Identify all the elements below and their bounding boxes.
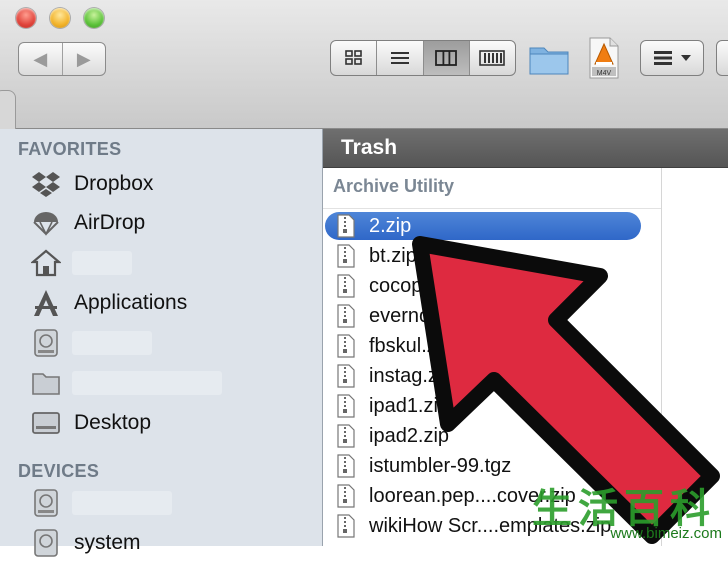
- watermark: 生活百科 www.bimeiz.com: [526, 474, 728, 546]
- file-row[interactable]: 2.zip: [325, 212, 641, 240]
- tab-edge: [0, 90, 16, 131]
- share-button[interactable]: [716, 40, 728, 76]
- sidebar-item-folder[interactable]: [30, 365, 310, 401]
- file-row[interactable]: evernote.zip: [325, 302, 641, 330]
- column-view-icon: [435, 50, 458, 66]
- file-name: 2.zip: [369, 214, 412, 237]
- minimize-window-button[interactable]: [50, 8, 70, 28]
- zip-file-icon: [337, 244, 355, 268]
- disk-icon: [30, 527, 62, 559]
- file-name: bt.zip: [369, 244, 417, 267]
- zip-file-icon: [337, 334, 355, 358]
- zip-file-icon: [337, 394, 355, 418]
- sidebar-item-label: AirDrop: [74, 211, 146, 234]
- file-row[interactable]: bt.zip: [325, 242, 641, 270]
- column-view-button[interactable]: [422, 41, 469, 75]
- column-divider: [323, 208, 661, 209]
- file-name: cocoppa.zip: [369, 274, 476, 297]
- arrange-button[interactable]: [640, 40, 704, 76]
- coverflow-view-button[interactable]: [468, 41, 515, 75]
- sidebar-item-label-redacted: [72, 331, 152, 355]
- forward-icon: ▶: [76, 48, 91, 69]
- file-name: instag.zip: [369, 364, 454, 387]
- disk-icon: [30, 487, 62, 519]
- zip-file-icon: [337, 214, 355, 238]
- desktop-icon: [30, 407, 62, 439]
- window-title: Trash: [341, 136, 398, 159]
- sidebar-item-airdrop[interactable]: AirDrop: [30, 205, 310, 241]
- zip-file-icon: [337, 424, 355, 448]
- file-name: istumbler-99.tgz: [369, 454, 512, 477]
- file-row[interactable]: ipad1.zip: [325, 392, 641, 420]
- sidebar-item-label-redacted: [72, 491, 172, 515]
- column-header: Archive Utility: [333, 176, 455, 196]
- sidebar-device-disk[interactable]: [30, 485, 310, 521]
- zip-file-icon: [337, 454, 355, 478]
- file-name: fbskul.zip: [369, 334, 453, 357]
- home-icon: [30, 247, 62, 279]
- m4v-file-icon[interactable]: M4V: [586, 36, 622, 80]
- back-forward-group: ◀ ▶: [18, 42, 106, 76]
- applications-icon: [30, 287, 62, 319]
- coverflow-view-icon: [479, 50, 506, 66]
- back-icon: ◀: [33, 48, 48, 69]
- file-row[interactable]: cocoppa.zip: [325, 272, 641, 300]
- zip-file-icon: [337, 304, 355, 328]
- file-row[interactable]: instag.zip: [325, 362, 641, 390]
- dropbox-icon: [30, 168, 62, 200]
- sidebar: FAVORITES Dropbox AirDrop Applications D…: [0, 129, 323, 557]
- close-window-button[interactable]: [16, 8, 36, 28]
- folder-icon: [30, 367, 62, 399]
- devices-header: DEVICES: [18, 461, 100, 481]
- zip-file-icon: [337, 274, 355, 298]
- view-mode-group: [330, 40, 516, 76]
- sidebar-item-label-redacted: [72, 251, 132, 275]
- file-name: ipad1.zip: [369, 394, 450, 417]
- icon-view-icon: [344, 50, 362, 65]
- watermark-url: www.bimeiz.com: [610, 525, 722, 542]
- m4v-label: M4V: [597, 70, 612, 77]
- zip-file-icon: [337, 484, 355, 508]
- file-row[interactable]: ipad2.zip: [325, 422, 641, 450]
- sidebar-item-home[interactable]: [30, 245, 310, 281]
- sidebar-item-label: system: [74, 531, 141, 554]
- disk-icon: [30, 327, 62, 359]
- sidebar-item-label: Desktop: [74, 411, 152, 434]
- sidebar-item-applications[interactable]: Applications: [30, 285, 310, 321]
- icon-view-button[interactable]: [331, 41, 376, 75]
- favorites-header: FAVORITES: [18, 139, 122, 159]
- toolbar: ◀ ▶ M4V: [0, 0, 728, 131]
- file-name: evernote.zip: [369, 304, 478, 327]
- sidebar-device-system[interactable]: system: [30, 525, 310, 561]
- zip-file-icon: [337, 364, 355, 388]
- folder-icon[interactable]: [528, 40, 570, 76]
- file-row[interactable]: fbskul.zip: [325, 332, 641, 360]
- zoom-window-button[interactable]: [84, 8, 104, 28]
- sidebar-item-label: Applications: [74, 291, 188, 314]
- list-view-icon: [390, 52, 409, 64]
- list-view-button[interactable]: [376, 41, 422, 75]
- path-bar: Trash: [323, 129, 728, 168]
- arrange-icon: [654, 51, 672, 65]
- sidebar-item-label-redacted: [72, 371, 222, 395]
- file-name: ipad2.zip: [369, 424, 450, 447]
- sidebar-item-desktop[interactable]: Desktop: [30, 405, 310, 441]
- zip-file-icon: [337, 514, 355, 538]
- forward-button[interactable]: ▶: [61, 43, 106, 75]
- sidebar-item-label: Dropbox: [74, 172, 154, 195]
- airdrop-icon: [30, 207, 62, 239]
- sidebar-item-dropbox[interactable]: Dropbox: [30, 166, 310, 202]
- back-button[interactable]: ◀: [19, 43, 62, 75]
- sidebar-item-disk[interactable]: [30, 325, 310, 361]
- chevron-down-icon: [681, 55, 691, 61]
